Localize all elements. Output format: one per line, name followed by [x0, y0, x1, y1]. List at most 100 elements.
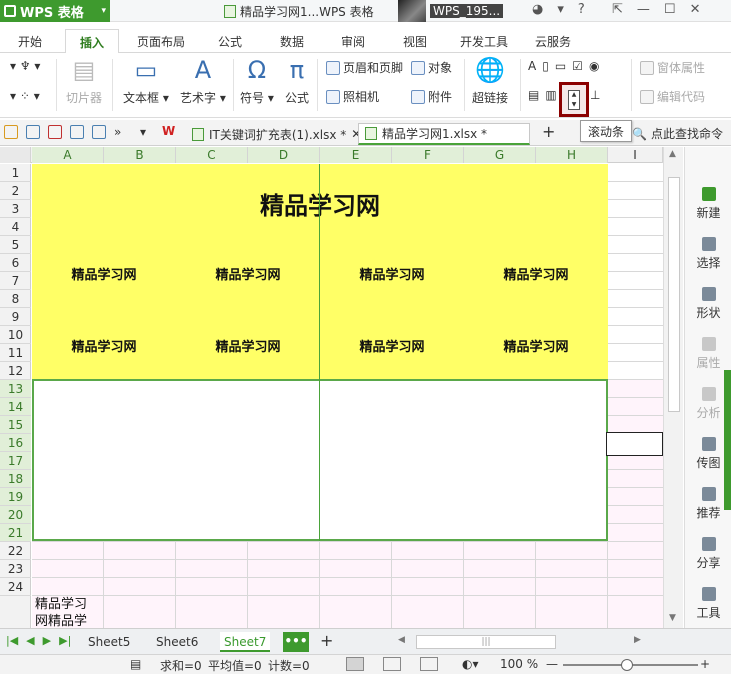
scroll-down-icon[interactable]: ▼	[669, 613, 676, 623]
last-sheet-icon[interactable]: ▶|	[59, 634, 71, 647]
doc-tab-active[interactable]: 精品学习网1.xlsx *	[358, 123, 530, 145]
tab-formulas[interactable]: 公式	[218, 33, 242, 50]
zoom-level[interactable]: 100 %	[500, 657, 538, 671]
sheet-tab-sheet5[interactable]: Sheet5	[84, 632, 134, 652]
eye-protection-icon[interactable]: ◐▾	[462, 657, 479, 671]
cell-a6[interactable]: 精品学习网	[32, 264, 176, 283]
zoom-in-button[interactable]: +	[700, 657, 710, 671]
hyperlink-button[interactable]: 🌐 超链接	[472, 56, 508, 106]
horizontal-scroll-thumb[interactable]: |||	[416, 635, 556, 649]
tab-cloud[interactable]: 云服务	[535, 33, 571, 50]
spinner-control-icon[interactable]: ⊥	[590, 88, 600, 102]
restore-tab-icon[interactable]: ⇱	[612, 2, 623, 17]
worksheet-grid[interactable]: 精品学习网 精品学习网 精品学习网 精品学习网 精品学习网 精品学习网 精品学习…	[32, 164, 663, 628]
row-header-21[interactable]: 21	[0, 524, 31, 542]
row-header-19[interactable]: 19	[0, 488, 31, 506]
row-header-18[interactable]: 18	[0, 470, 31, 488]
zoom-out-button[interactable]: —	[546, 657, 558, 671]
pdf-icon[interactable]	[48, 125, 62, 139]
scroll-up-icon[interactable]: ▲	[669, 149, 676, 159]
zoom-slider-knob[interactable]	[621, 659, 633, 671]
maximize-button[interactable]: ☐	[664, 2, 676, 17]
add-sheet-button[interactable]: +	[320, 631, 333, 650]
row-header-17[interactable]: 17	[0, 452, 31, 470]
minimize-button[interactable]: —	[637, 2, 650, 17]
first-sheet-icon[interactable]: |◀	[6, 634, 18, 647]
side-tools-button[interactable]: 工具	[685, 587, 731, 621]
object-button[interactable]: 对象	[411, 59, 452, 76]
camera-button[interactable]: 照相机	[326, 88, 379, 105]
side-select-button[interactable]: 选择	[685, 237, 731, 271]
scroll-right-icon[interactable]: ▶	[634, 635, 641, 645]
column-header-b[interactable]: B	[104, 147, 176, 163]
sparkline-dropdown[interactable]: ▾ ⁘ ▾	[10, 89, 40, 103]
row-header-15[interactable]: 15	[0, 416, 31, 434]
cell-e10[interactable]: 精品学习网	[320, 336, 464, 355]
chart-dropdown[interactable]: ▾ ♆ ▾	[10, 59, 40, 73]
normal-view-button[interactable]	[346, 657, 364, 671]
slicer-button[interactable]: ▤ 切片器	[66, 56, 102, 106]
vertical-scroll-thumb[interactable]	[668, 177, 680, 412]
row-header-13[interactable]: 13	[0, 380, 31, 398]
scroll-left-icon[interactable]: ◀	[398, 635, 405, 645]
row-header-8[interactable]: 8	[0, 290, 31, 308]
sheet-tab-sheet6[interactable]: Sheet6	[152, 632, 202, 652]
row-header-9[interactable]: 9	[0, 308, 31, 326]
form-properties-button[interactable]: 窗体属性	[640, 59, 705, 76]
column-header-g[interactable]: G	[464, 147, 536, 163]
cell-g6[interactable]: 精品学习网	[464, 264, 608, 283]
column-header-h[interactable]: H	[536, 147, 608, 163]
row-header-1[interactable]: 1	[0, 164, 31, 182]
radio-control-icon[interactable]: ◉	[589, 59, 599, 73]
folder-icon[interactable]	[4, 125, 18, 139]
row-header-5[interactable]: 5	[0, 236, 31, 254]
wps-docer-icon[interactable]: W	[162, 124, 175, 138]
side-pane-collapse-handle[interactable]	[724, 370, 731, 510]
cell-c6[interactable]: 精品学习网	[176, 264, 320, 283]
row-header-16[interactable]: 16	[0, 434, 31, 452]
column-header-e[interactable]: E	[320, 147, 392, 163]
column-header-i[interactable]: I	[608, 147, 663, 163]
selected-range[interactable]	[32, 379, 608, 541]
row-header-6[interactable]: 6	[0, 254, 31, 272]
app-menu-button[interactable]: WPS 表格 ▾	[0, 0, 110, 22]
more-icon[interactable]: »	[114, 125, 128, 139]
cell-e6[interactable]: 精品学习网	[320, 264, 464, 283]
row-header-20[interactable]: 20	[0, 506, 31, 524]
vertical-scrollbar[interactable]: ▲ ▼	[663, 147, 683, 628]
cell-a10[interactable]: 精品学习网	[32, 336, 176, 355]
find-command[interactable]: 🔍 点此查找命令	[632, 125, 723, 142]
row-header-7[interactable]: 7	[0, 272, 31, 290]
attachment-button[interactable]: 附件	[411, 88, 452, 105]
edit-code-button[interactable]: 编辑代码	[640, 88, 705, 105]
label-control-icon[interactable]: A	[528, 59, 536, 73]
horizontal-scrollbar[interactable]: ◀ ||| ▶	[398, 635, 646, 649]
page-break-view-button[interactable]	[383, 657, 401, 671]
tab-page-layout[interactable]: 页面布局	[137, 33, 185, 50]
side-share-button[interactable]: 分享	[685, 537, 731, 571]
tab-review[interactable]: 审阅	[341, 33, 365, 50]
textbox-button[interactable]: ▭ 文本框 ▾	[123, 56, 169, 106]
tab-home[interactable]: 开始	[18, 33, 42, 50]
tab-developer[interactable]: 开发工具	[460, 33, 508, 50]
sheet-tab-sheet7[interactable]: Sheet7	[220, 632, 271, 652]
row-header-3[interactable]: 3	[0, 200, 31, 218]
tab-insert[interactable]: 插入	[65, 29, 120, 54]
side-properties-button[interactable]: 属性	[685, 337, 731, 371]
side-shape-button[interactable]: 形状	[685, 287, 731, 321]
formula-button[interactable]: π 公式	[284, 56, 310, 106]
scrollbar-control-button[interactable]: ▲ ▼	[559, 82, 589, 117]
row-header-2[interactable]: 2	[0, 182, 31, 200]
symbol-button[interactable]: Ω 符号 ▾	[240, 56, 274, 106]
tab-view[interactable]: 视图	[403, 33, 427, 50]
more-sheets-button[interactable]: •••	[283, 632, 309, 652]
help-icon[interactable]: ?	[578, 2, 585, 17]
new-tab-button[interactable]: +	[542, 122, 555, 141]
select-all-corner[interactable]	[0, 147, 31, 163]
row-header-10[interactable]: 10	[0, 326, 31, 344]
column-header-d[interactable]: D	[248, 147, 320, 163]
print-icon[interactable]	[70, 125, 84, 139]
column-header-f[interactable]: F	[392, 147, 464, 163]
next-sheet-icon[interactable]: ▶	[43, 634, 51, 647]
user-account[interactable]: WPS_195...	[398, 0, 504, 22]
